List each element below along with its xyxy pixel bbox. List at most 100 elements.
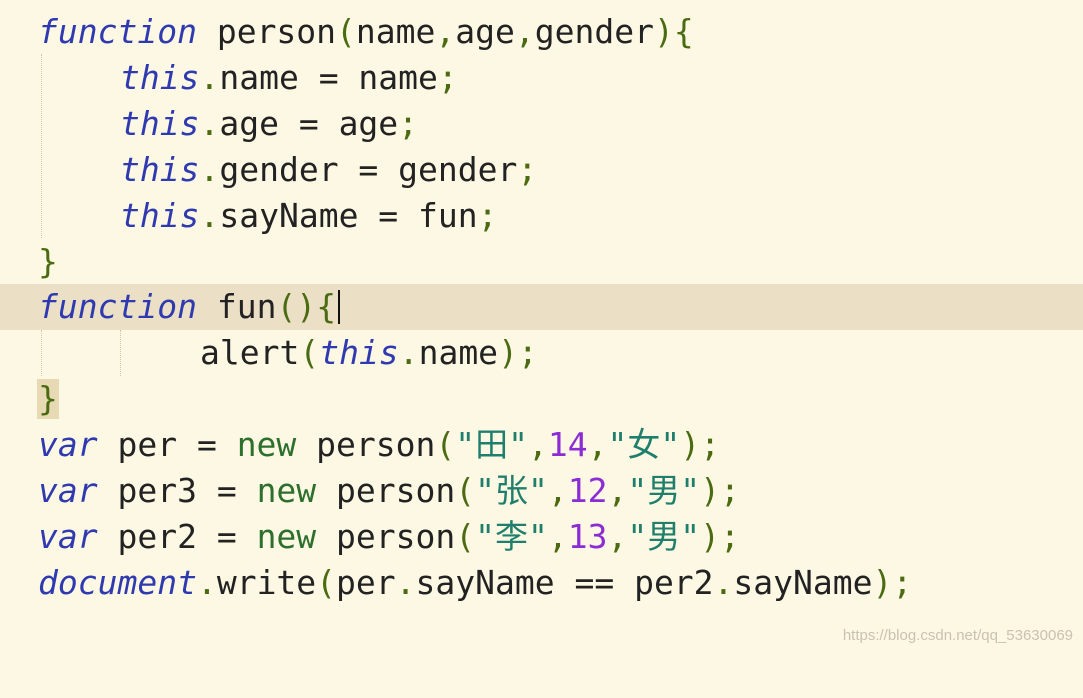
code-token: per — [336, 563, 396, 602]
code-line[interactable]: this.sayName = fun; — [0, 193, 1083, 239]
code-line-text: var per2 = new person("李",13,"男"); — [38, 514, 740, 560]
code-line-text: } — [38, 376, 58, 422]
code-token: , — [587, 425, 608, 464]
code-token: "李" — [475, 517, 548, 556]
code-token: per2 = — [97, 517, 257, 556]
code-token: . — [199, 104, 220, 143]
code-token: . — [199, 58, 220, 97]
code-line[interactable]: alert(this.name); — [0, 330, 1083, 376]
code-token: name — [355, 12, 436, 51]
code-token: ); — [700, 517, 740, 556]
code-line-text: this.gender = gender; — [120, 147, 537, 193]
text-caret — [338, 290, 340, 324]
code-token: person — [216, 12, 337, 51]
code-token: { — [673, 12, 694, 51]
code-token: ) — [653, 12, 674, 51]
code-token: , — [547, 471, 568, 510]
code-line[interactable]: this.name = name; — [0, 55, 1083, 101]
code-line[interactable]: document.write(per.sayName == per2.sayNa… — [0, 560, 1083, 606]
code-token: , — [607, 517, 628, 556]
code-token: "女" — [607, 425, 681, 464]
code-token: "张" — [475, 471, 548, 510]
code-token: gender = gender — [219, 150, 518, 189]
code-token: per = — [97, 425, 237, 464]
current-code-line[interactable]: function fun(){ — [0, 284, 1083, 330]
code-line-text: function fun(){ — [38, 284, 336, 330]
code-line-text: document.write(per.sayName == per2.sayNa… — [38, 560, 912, 606]
code-token: ; — [477, 196, 498, 235]
code-token: new — [256, 517, 317, 556]
code-token: ); — [872, 563, 913, 602]
code-token: this — [120, 150, 200, 189]
code-token: name = name — [219, 58, 438, 97]
code-token: . — [199, 196, 220, 235]
code-token: this — [319, 333, 399, 372]
code-token: function — [38, 287, 197, 326]
code-token: write — [216, 563, 317, 602]
code-token: () — [276, 287, 317, 326]
code-token: age — [455, 12, 515, 51]
code-line[interactable]: var per2 = new person("李",13,"男"); — [0, 514, 1083, 560]
code-token: this — [120, 196, 200, 235]
code-token: "田" — [455, 425, 528, 464]
code-token: age = age — [219, 104, 399, 143]
code-token: ; — [437, 58, 458, 97]
code-token: document — [38, 563, 197, 602]
code-token: person — [316, 471, 456, 510]
code-line-text: function person(name,age,gender){ — [38, 9, 694, 55]
code-line-text: alert(this.name); — [200, 330, 538, 376]
watermark: https://blog.csdn.net/qq_53630069 — [842, 627, 1073, 644]
code-token: var — [38, 471, 98, 510]
code-token: } — [38, 379, 58, 418]
code-line[interactable]: var per = new person("田",14,"女"); — [0, 422, 1083, 468]
code-token: . — [398, 333, 419, 372]
code-token: } — [38, 242, 58, 281]
code-token: ; — [398, 104, 419, 143]
code-token: "男" — [627, 517, 701, 556]
code-line-text: this.age = age; — [120, 101, 418, 147]
code-token: this — [120, 104, 200, 143]
code-line-text: this.sayName = fun; — [120, 193, 498, 239]
code-token: function — [38, 12, 197, 51]
code-token: gender — [534, 12, 654, 51]
code-token: var — [38, 425, 98, 464]
code-line[interactable]: var per3 = new person("张",12,"男"); — [0, 468, 1083, 514]
code-token: name — [418, 333, 499, 372]
code-token: . — [713, 563, 734, 602]
code-token: person — [316, 517, 456, 556]
code-line-text: var per3 = new person("张",12,"男"); — [38, 468, 740, 514]
code-line-text: var per = new person("田",14,"女"); — [38, 422, 720, 468]
code-line-text: } — [38, 239, 58, 285]
code-token: . — [196, 563, 217, 602]
code-token: new — [256, 471, 317, 510]
code-line[interactable]: } — [0, 376, 1083, 422]
code-token: fun — [216, 287, 277, 326]
code-token: , — [528, 425, 548, 464]
code-token: . — [199, 150, 220, 189]
code-editor[interactable]: function person(name,age,gender){ this.n… — [0, 0, 1083, 653]
code-line[interactable]: this.age = age; — [0, 101, 1083, 147]
code-token: ; — [517, 150, 538, 189]
code-token: ( — [316, 563, 337, 602]
code-line[interactable]: } — [0, 239, 1083, 285]
code-token: , — [607, 471, 628, 510]
code-token: ( — [455, 471, 476, 510]
code-token: ); — [498, 333, 538, 372]
code-line[interactable]: function person(name,age,gender){ — [0, 9, 1083, 55]
code-token: { — [316, 287, 337, 326]
code-token: 13 — [567, 517, 608, 556]
code-token: ( — [455, 517, 476, 556]
code-line[interactable]: this.gender = gender; — [0, 147, 1083, 193]
code-token: ( — [336, 12, 356, 51]
code-token: ); — [680, 425, 720, 464]
code-token: sayName = fun — [219, 196, 478, 235]
code-token: , — [435, 12, 456, 51]
code-token: , — [547, 517, 568, 556]
code-token: per3 = — [97, 471, 257, 510]
code-token: 12 — [567, 471, 608, 510]
code-token: . — [395, 563, 416, 602]
code-token: sayName — [733, 563, 873, 602]
code-line-text: this.name = name; — [120, 55, 458, 101]
